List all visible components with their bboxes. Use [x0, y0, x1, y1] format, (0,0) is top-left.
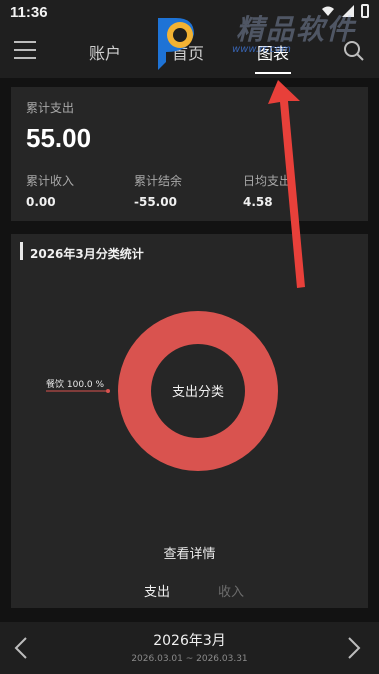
- tab-account[interactable]: 账户: [89, 40, 121, 64]
- view-details-link[interactable]: 查看详情: [11, 543, 368, 562]
- watermark-url: www.rr.com: [232, 44, 291, 55]
- menu-icon[interactable]: [14, 41, 36, 59]
- stats-card: 2026年3月分类统计 支出分类 餐饮 100.0 % 查看详情 支出 收入: [11, 234, 368, 608]
- total-expense-label: 累计支出: [26, 101, 75, 115]
- next-month-arrow-icon[interactable]: [343, 636, 363, 660]
- total-expense-value: 55.00: [26, 123, 92, 153]
- month-range: 2026.03.01 ~ 2026.03.31: [131, 654, 248, 664]
- toggle-expense[interactable]: 支出: [144, 581, 170, 600]
- total-balance-value: -55.00: [134, 195, 177, 209]
- watermark-logo: [158, 18, 194, 70]
- total-income-value: 0.00: [26, 195, 56, 209]
- active-tab-indicator: [255, 72, 291, 74]
- slice-label: 餐饮 100.0 %: [46, 378, 104, 390]
- donut-center-label: 支出分类: [172, 385, 224, 400]
- month-selector: 2026年3月 2026.03.01 ~ 2026.03.31: [0, 622, 379, 674]
- toggle-income[interactable]: 收入: [218, 581, 244, 600]
- status-time: 11:36: [10, 4, 48, 21]
- month-title[interactable]: 2026年3月: [0, 630, 379, 650]
- daily-average-label: 日均支出: [243, 174, 292, 188]
- daily-average-value: 4.58: [243, 195, 273, 209]
- summary-card: 累计支出 55.00 累计收入 0.00 累计结余 -55.00 日均支出 4.…: [11, 87, 368, 221]
- donut-chart[interactable]: 支出分类 餐饮 100.0 %: [11, 234, 368, 534]
- total-income-label: 累计收入: [26, 174, 75, 188]
- total-balance-label: 累计结余: [134, 174, 183, 188]
- battery-icon: [361, 4, 369, 18]
- slice-leader-dot: [106, 389, 110, 393]
- watermark-text: 精品软件: [236, 13, 357, 46]
